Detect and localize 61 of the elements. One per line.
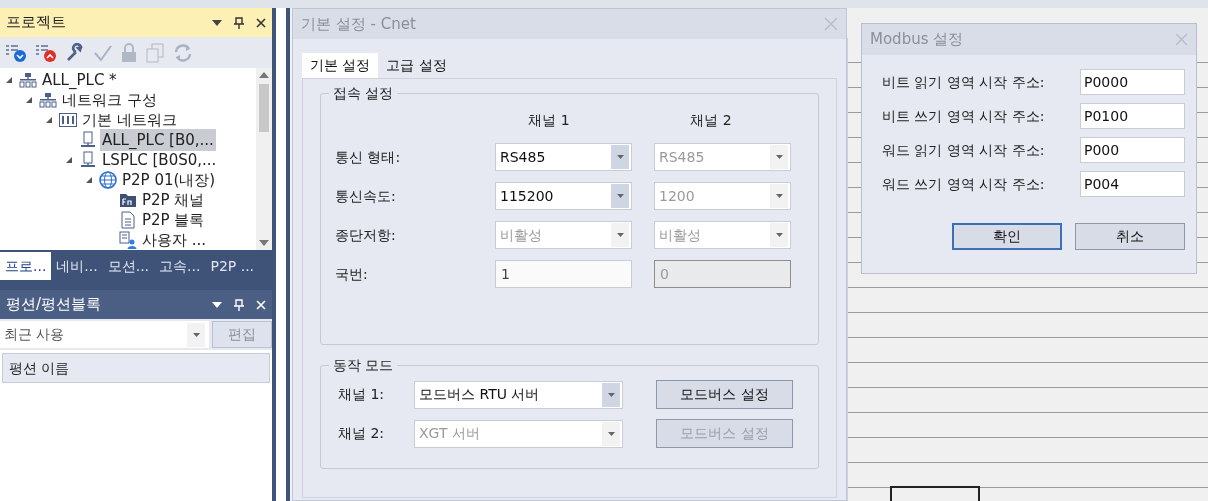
- input-field[interactable]: P000: [1080, 137, 1185, 163]
- field-label: 비트 쓰기 영역 시작 주소:: [882, 106, 1046, 126]
- filter-dropdown[interactable]: 최근 사용: [0, 321, 209, 348]
- dialog-button[interactable]: 취소: [1075, 223, 1185, 250]
- tab[interactable]: 기본 설정: [302, 53, 379, 78]
- dropdown-arrow-icon[interactable]: [212, 19, 222, 26]
- panel-tab[interactable]: P2P ...: [205, 252, 260, 280]
- scroll-down-icon[interactable]: [259, 240, 269, 246]
- function-folder-icon: [119, 192, 137, 208]
- dropdown-arrow-icon[interactable]: [212, 301, 222, 308]
- input-field[interactable]: 1: [495, 260, 632, 288]
- rack-icon: [59, 113, 77, 127]
- dropdown[interactable]: RS485: [495, 143, 632, 171]
- scrollbar[interactable]: [256, 68, 272, 250]
- plc-icon: [80, 131, 96, 149]
- expanded-arrow-icon[interactable]: [46, 117, 52, 123]
- field-label: 채널 2:: [338, 424, 386, 443]
- panel-title: 평션/평션블록: [6, 294, 102, 316]
- input-field[interactable]: P004: [1080, 171, 1185, 197]
- panel-title: 프로젝트: [6, 12, 66, 34]
- field-label: 채널 1:: [338, 385, 386, 404]
- panel-tab[interactable]: 프로...: [0, 252, 52, 280]
- input-field[interactable]: P0000: [1080, 69, 1185, 95]
- modbus-settings-button[interactable]: 모드버스 설정: [656, 380, 793, 409]
- globe-icon: [99, 171, 117, 189]
- scroll-up-icon[interactable]: [259, 72, 269, 78]
- network-icon: [39, 92, 57, 108]
- document-icon: [121, 211, 135, 229]
- close-icon[interactable]: [256, 17, 266, 28]
- pin-icon[interactable]: [234, 16, 244, 29]
- input-field[interactable]: P0100: [1080, 103, 1185, 129]
- wrench-icon[interactable]: [65, 42, 85, 63]
- field-label: 통신속도:: [335, 186, 397, 206]
- column-header: 채널 1: [527, 111, 571, 130]
- field-label: 종단저항:: [335, 225, 397, 245]
- scroll-thumb[interactable]: [259, 84, 269, 132]
- dropdown[interactable]: 모드버스 RTU 서버: [414, 380, 623, 409]
- dialog-title: Modbus 설정: [870, 29, 964, 51]
- panel-tab[interactable]: 모션...: [102, 252, 155, 280]
- field-label: 비트 읽기 영역 시작 주소:: [882, 72, 1046, 92]
- field-label: 워드 쓰기 영역 시작 주소:: [882, 174, 1046, 194]
- dialog-button[interactable]: 확인: [952, 223, 1062, 250]
- panel-tab[interactable]: 네비...: [51, 252, 103, 280]
- collapse-all-icon[interactable]: [35, 42, 57, 63]
- tab[interactable]: 고급 설정: [378, 53, 455, 78]
- expand-all-icon[interactable]: [5, 42, 27, 63]
- plc-icon: [80, 151, 96, 169]
- panel-tab[interactable]: 고속...: [154, 252, 206, 280]
- expanded-arrow-icon[interactable]: [86, 177, 92, 183]
- field-label: 국번:: [335, 264, 369, 284]
- column-header: 채널 2: [689, 111, 733, 130]
- expanded-arrow-icon[interactable]: [66, 157, 72, 163]
- dropdown[interactable]: 115200: [495, 182, 632, 210]
- expanded-arrow-icon[interactable]: [6, 77, 12, 83]
- tree-item[interactable]: ALL_PLC [B0,...: [100, 128, 216, 152]
- column-header[interactable]: 평션 이름: [2, 353, 270, 383]
- expanded-arrow-icon[interactable]: [26, 97, 32, 103]
- field-label: 통신 형태:: [335, 147, 402, 167]
- dialog-title: 기본 설정 - Cnet: [301, 13, 416, 35]
- field-label: 워드 읽기 영역 시작 주소:: [882, 140, 1046, 160]
- network-icon: [19, 72, 37, 88]
